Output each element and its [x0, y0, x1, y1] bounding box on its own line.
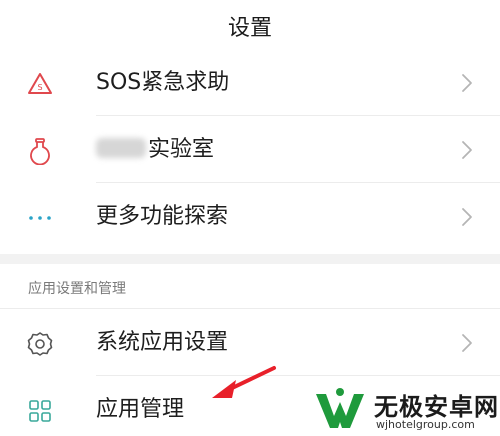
settings-item-system-apps[interactable]: 系统应用设置	[0, 310, 500, 376]
more-dots-icon	[29, 216, 51, 220]
row-divider	[96, 182, 500, 183]
grid-apps-icon	[29, 400, 51, 422]
settings-item-label: SOS紧急求助	[96, 70, 230, 95]
section-gap	[0, 254, 500, 264]
gear-icon	[27, 332, 53, 356]
row-divider	[96, 115, 500, 116]
settings-item-label: 系统应用设置	[96, 330, 229, 355]
chevron-right-icon	[462, 208, 472, 226]
sos-warning-icon: S	[28, 73, 52, 94]
settings-item-label: 应用管理	[96, 397, 185, 422]
section-title: 应用设置和管理	[28, 281, 126, 297]
settings-item-lab[interactable]: 实验室	[0, 117, 500, 183]
watermark-name: 无极安卓网	[374, 393, 499, 421]
watermark-url: wjhotelgroup.com	[376, 418, 475, 431]
watermark: 无极安卓网 wjhotelgroup.com	[312, 384, 500, 436]
settings-item-label: 实验室	[148, 137, 215, 162]
row-divider	[96, 375, 500, 376]
chevron-right-icon	[462, 74, 472, 92]
section-divider	[0, 308, 500, 309]
settings-item-sos[interactable]: S SOS紧急求助	[0, 50, 500, 116]
settings-item-label: 更多功能探索	[96, 204, 229, 229]
chevron-right-icon	[462, 334, 472, 352]
chevron-right-icon	[462, 141, 472, 159]
header: 设置	[0, 0, 500, 57]
flask-icon	[30, 138, 50, 165]
settings-item-more-features[interactable]: 更多功能探索	[0, 184, 500, 250]
svg-text:S: S	[37, 83, 42, 92]
page-title: 设置	[227, 16, 272, 41]
watermark-logo-icon	[316, 388, 364, 428]
redacted-brand	[96, 138, 146, 158]
